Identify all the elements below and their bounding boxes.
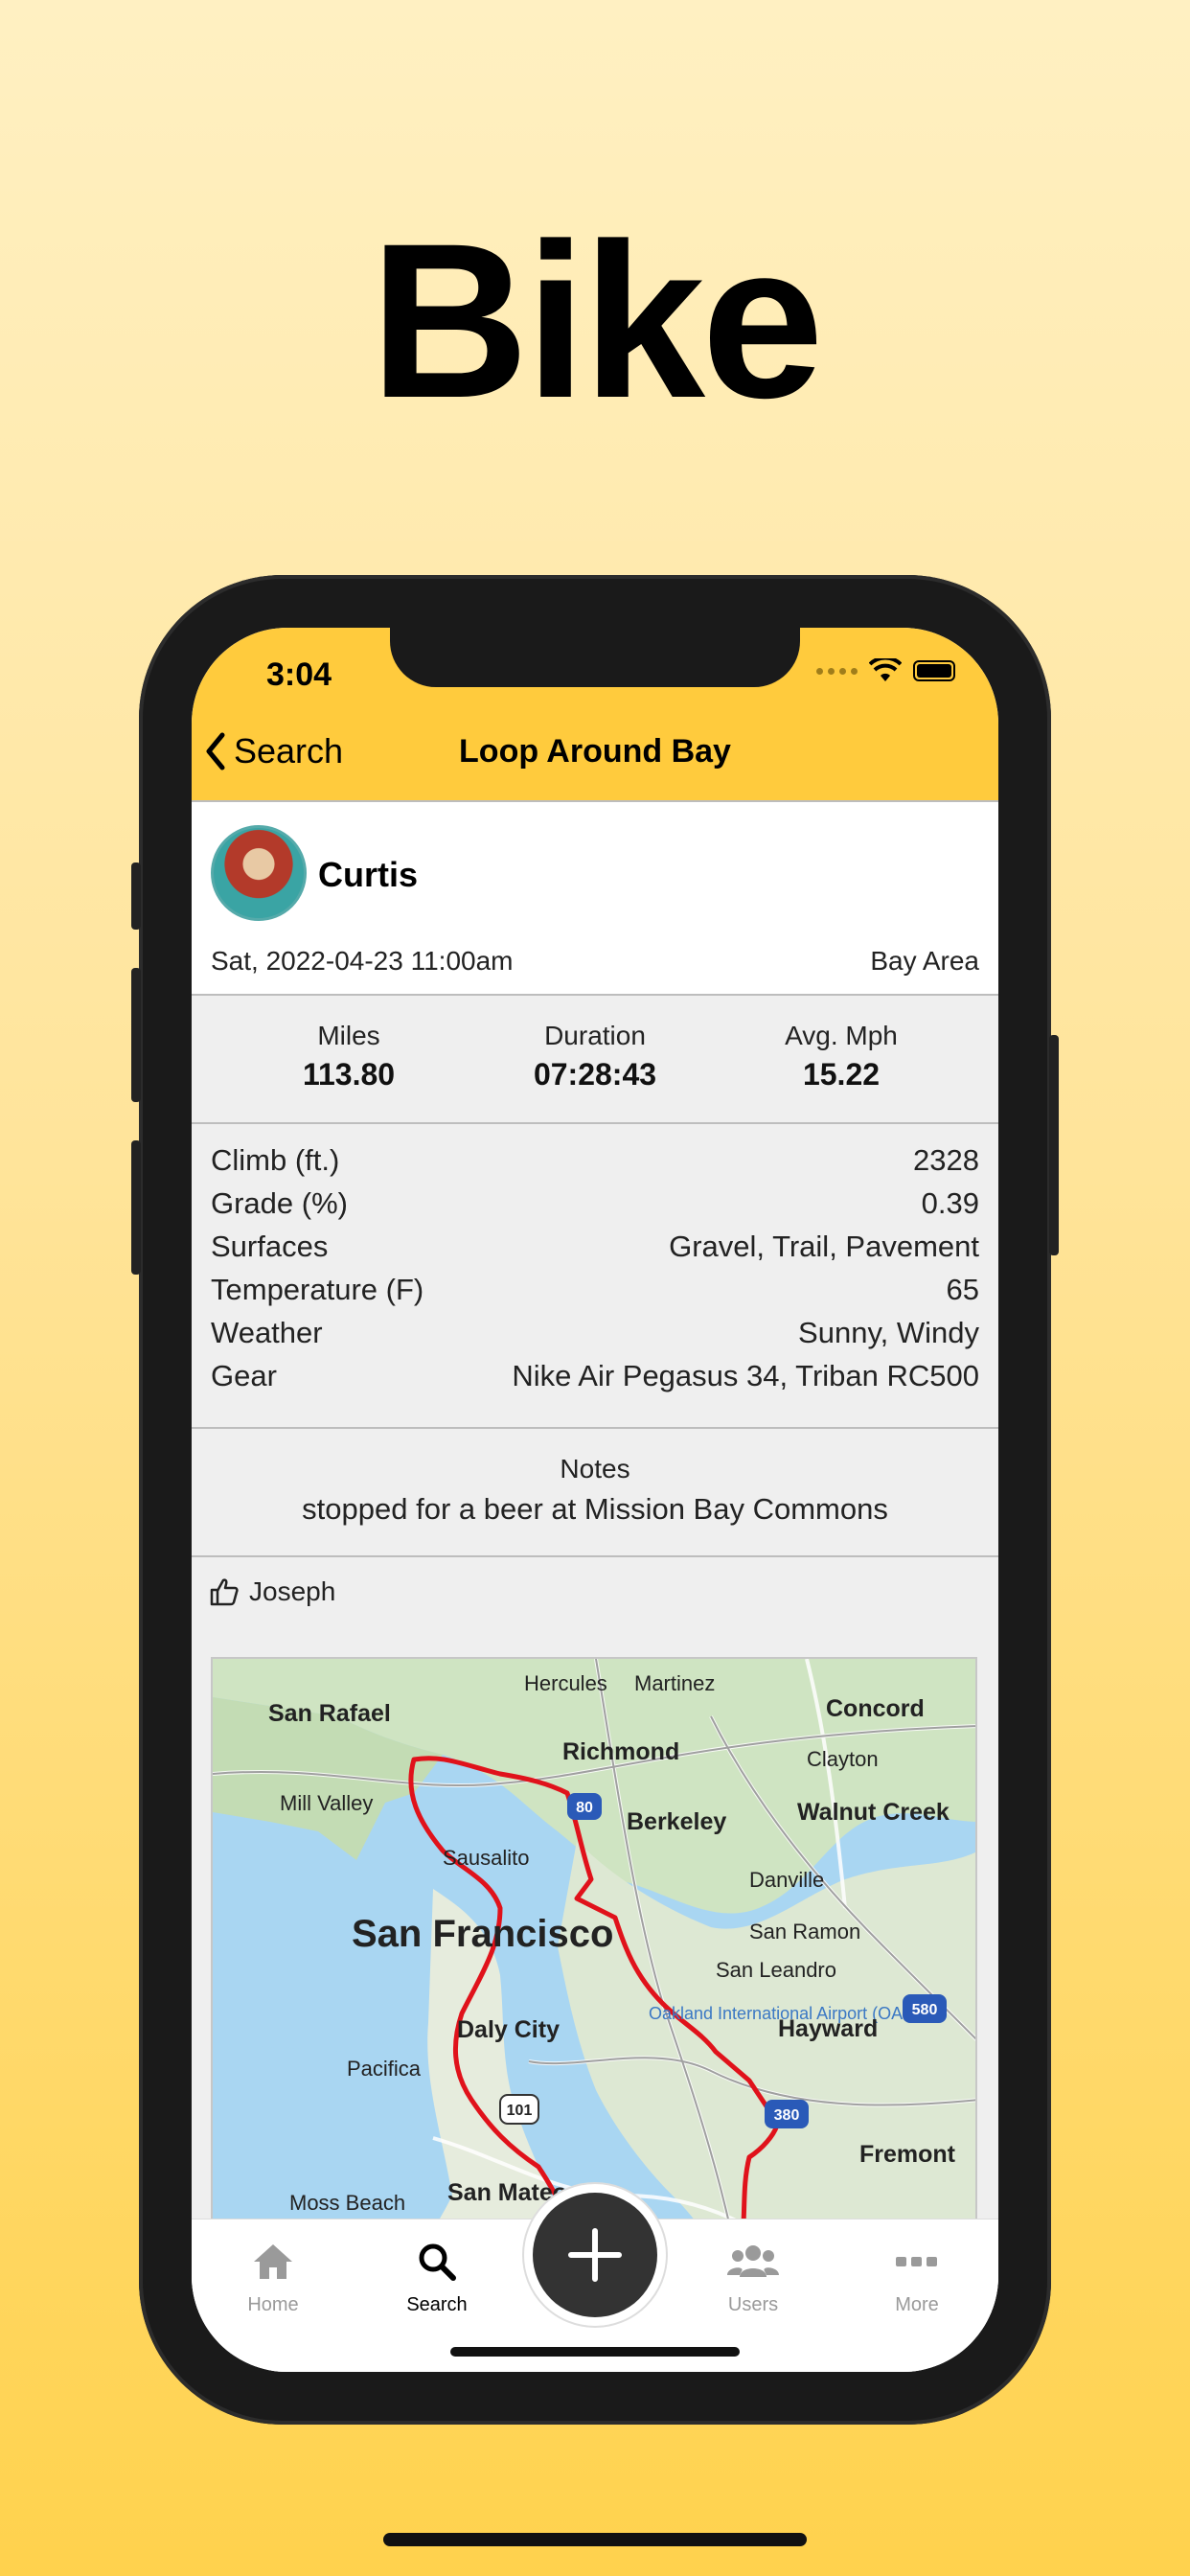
highway-shield-380: 380 [774,2107,800,2124]
mute-switch [131,862,141,930]
detail-row: Climb (ft.) 2328 [211,1143,979,1178]
detail-row: Surfaces Gravel, Trail, Pavement [211,1230,979,1264]
avatar[interactable] [211,825,307,921]
notes-text: stopped for a beer at Mission Bay Common… [302,1492,888,1526]
map-label-moss-beach: Moss Beach [289,2191,405,2215]
notes-label: Notes [560,1454,630,1484]
highway-shield-580: 580 [912,2002,938,2018]
map-label-fremont: Fremont [859,2141,956,2168]
activity-date: Sat, 2022-04-23 11:00am [211,946,514,976]
search-icon [419,2243,456,2281]
notch [390,628,800,687]
more-icon [896,2257,937,2266]
stat-label: Duration [544,1021,646,1050]
home-icon [254,2244,292,2279]
stat-value: 15.22 [802,1057,881,1092]
page-title: Loop Around Bay [459,733,731,770]
users-icon [727,2245,779,2277]
tab-more[interactable]: More [859,2237,974,2316]
detail-row: Gear Nike Air Pegasus 34, Triban RC500 [211,1359,979,1393]
stat-label: Miles [317,1021,380,1050]
map-label-san-ramon: San Ramon [749,1920,860,1944]
tab-label: More [895,2294,939,2315]
username[interactable]: Curtis [318,855,418,895]
map-label-concord: Concord [826,1695,925,1722]
map-label-walnut-creek: Walnut Creek [797,1799,950,1826]
highway-shield-101: 101 [507,2103,533,2119]
map-label-pacifica: Pacifica [347,2057,422,2081]
stat-miles: Miles 113.80 [215,1021,483,1092]
detail-row: Grade (%) 0.39 [211,1186,979,1221]
tab-label: Home [247,2294,299,2315]
plus-icon [568,2228,622,2282]
liker-name: Joseph [249,1576,336,1606]
stat-avg-mph: Avg. Mph 15.22 [707,1021,975,1092]
detail-label: Gear [211,1359,277,1392]
status-icons [816,658,955,683]
power-button [1049,1035,1059,1255]
detail-label: Surfaces [211,1230,329,1263]
map-label-hercules: Hercules [524,1671,607,1695]
detail-row: Weather Sunny, Windy [211,1316,979,1350]
tab-search[interactable]: Search [379,2237,494,2316]
home-indicator [450,2347,740,2357]
map-label-sausalito: Sausalito [443,1846,530,1870]
likes-row[interactable]: Joseph [209,1576,335,1607]
notes-section: Notes stopped for a beer at Mission Bay … [192,1427,998,1555]
volume-down-button [131,1140,141,1275]
wifi-icon [869,658,902,681]
promo-headline: Bike [370,197,824,444]
activity-location: Bay Area [870,946,979,976]
tab-users[interactable]: Users [696,2237,811,2316]
detail-value: 65 [946,1273,979,1306]
detail-value: 2328 [913,1143,979,1177]
detail-value: Nike Air Pegasus 34, Triban RC500 [512,1359,979,1392]
volume-up-button [131,968,141,1102]
detail-label: Grade (%) [211,1186,348,1220]
detail-row: Temperature (F) 65 [211,1273,979,1307]
phone-frame: 3:04 Search Loop Around Bay Curtis Sat, … [131,575,1059,2425]
highway-shield-80: 80 [576,1800,593,1816]
map-label-san-rafael: San Rafael [268,1700,391,1727]
tab-label: Users [727,2294,779,2315]
map-label-berkeley: Berkeley [627,1808,726,1835]
battery-icon [913,660,955,681]
detail-value: 0.39 [921,1186,979,1220]
user-section: Curtis Sat, 2022-04-23 11:00am Bay Area [192,800,998,994]
stats-section: Miles 113.80 Duration 07:28:43 Avg. Mph … [192,994,998,1122]
stat-value: 07:28:43 [533,1057,657,1092]
tab-label: Search [406,2294,468,2315]
tab-home[interactable]: Home [216,2237,331,2316]
map-label-san-leandro: San Leandro [716,1958,836,1982]
status-time: 3:04 [266,656,332,693]
map-label-daly-city: Daly City [457,2016,560,2043]
map-label-san-francisco: San Francisco [352,1913,613,1955]
stat-label: Avg. Mph [785,1021,898,1050]
map-label-mill-valley: Mill Valley [280,1791,373,1815]
signal-icon [816,667,858,675]
thumbs-up-icon [210,1578,239,1606]
detail-label: Weather [211,1316,323,1349]
details-section: Climb (ft.) 2328 Grade (%) 0.39 Surfaces… [192,1122,998,1427]
map-label-clayton: Clayton [807,1747,879,1771]
detail-label: Climb (ft.) [211,1143,340,1177]
detail-value: Gravel, Trail, Pavement [669,1230,979,1263]
map-label-hayward: Hayward [778,2015,878,2042]
map-label-richmond: Richmond [562,1738,679,1765]
add-activity-button[interactable] [533,2193,657,2317]
map-label-danville: Danville [749,1868,824,1892]
detail-label: Temperature (F) [211,1273,424,1306]
stat-value: 113.80 [302,1057,396,1092]
device-home-indicator [383,2533,807,2546]
map-label-martinez: Martinez [634,1671,715,1695]
app-screen: 3:04 Search Loop Around Bay Curtis Sat, … [192,628,998,2372]
detail-value: Sunny, Windy [798,1316,979,1349]
stat-duration: Duration 07:28:43 [461,1021,729,1092]
